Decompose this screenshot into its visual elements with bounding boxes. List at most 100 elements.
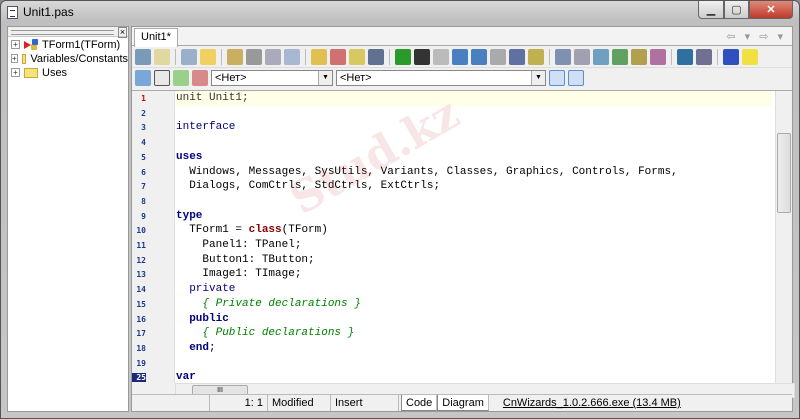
toolbar-tool-icon[interactable] bbox=[650, 48, 666, 65]
chevron-down-icon[interactable]: ▼ bbox=[318, 71, 332, 85]
toolbar-tool-icon[interactable] bbox=[742, 48, 758, 65]
line-number: 6 bbox=[141, 167, 146, 177]
toolbar-tool-icon[interactable] bbox=[631, 48, 647, 65]
toolbar-tool-icon[interactable] bbox=[154, 48, 170, 65]
toolbar-tool-icon[interactable] bbox=[509, 48, 525, 65]
scroll-thumb[interactable] bbox=[777, 133, 791, 213]
expand-icon[interactable]: + bbox=[11, 68, 20, 77]
window-title: Unit1.pas bbox=[23, 5, 74, 19]
line-number: 17 bbox=[136, 329, 146, 339]
toolbar-tool-icon[interactable] bbox=[330, 48, 346, 65]
toolbar-tool-icon[interactable] bbox=[135, 48, 151, 65]
panel-close-icon[interactable]: × bbox=[118, 27, 127, 38]
toolbar-tool-icon[interactable] bbox=[471, 48, 487, 65]
folder-icon bbox=[21, 53, 27, 64]
toolbar-separator bbox=[717, 48, 718, 65]
line-number: 14 bbox=[136, 285, 146, 295]
toolbar-tool-icon[interactable] bbox=[612, 48, 628, 65]
toolbar-tool-icon[interactable] bbox=[265, 48, 281, 65]
line-number: 11 bbox=[136, 241, 146, 250]
tree-label: Uses bbox=[42, 66, 68, 79]
line-number: 18 bbox=[136, 343, 146, 353]
line-number: 19 bbox=[136, 358, 146, 368]
toolbar-tool-icon[interactable] bbox=[490, 48, 506, 65]
toolbar-separator bbox=[671, 48, 672, 65]
ide-window: Unit1.pas ▁ ▢ ✕ × + TForm1(TForm) + Variab… bbox=[0, 0, 800, 419]
code-editor[interactable]: 123456789101112131415161718192025 unit U… bbox=[132, 90, 792, 383]
line-number: 5 bbox=[141, 152, 146, 162]
toolbar-tool-icon[interactable] bbox=[246, 48, 262, 65]
maximize-button[interactable]: ▢ bbox=[724, 1, 749, 19]
align-center-icon[interactable] bbox=[568, 70, 584, 86]
structure-panel: × + TForm1(TForm) + Variables/Constants + U… bbox=[7, 26, 129, 412]
refresh-icon[interactable] bbox=[135, 70, 151, 86]
toolbar-separator bbox=[389, 48, 390, 65]
tab-diagram[interactable]: Diagram bbox=[437, 395, 489, 411]
line-number: 2 bbox=[141, 108, 146, 118]
toolbar-tool-icon[interactable] bbox=[723, 48, 739, 65]
editor-area: Unit1* ⇦ ▾ ⇨ ▾ <Нет> ▼ <Нет> ▼ 1 2 3 4 5 6 7 8 9 10… bbox=[131, 26, 795, 412]
tab-code[interactable]: Code bbox=[401, 395, 438, 411]
line-number: 8 bbox=[141, 196, 146, 206]
toolbar-tool-icon[interactable] bbox=[349, 48, 365, 65]
toolbar-tool-icon[interactable] bbox=[677, 48, 693, 65]
document-icon bbox=[7, 5, 18, 19]
toolbar-separator bbox=[221, 48, 222, 65]
toolbar-tool-icon[interactable] bbox=[395, 48, 411, 65]
tree-item-uses[interactable]: + Uses bbox=[8, 66, 128, 79]
intf-icon[interactable] bbox=[173, 70, 189, 86]
cursor-position: 1: 1 bbox=[210, 395, 268, 411]
toolbar-tool-icon[interactable] bbox=[593, 48, 609, 65]
line-number: 4 bbox=[141, 138, 146, 148]
tab-unit1[interactable]: Unit1* bbox=[134, 28, 178, 47]
line-number: 13 bbox=[136, 270, 146, 280]
minimize-button[interactable]: ▁ bbox=[698, 1, 724, 19]
download-link[interactable]: CnWizards_1.0.2.666.exe (13.4 MB) bbox=[499, 395, 685, 411]
line-number: 15 bbox=[136, 299, 146, 309]
toolbar-tool-icon[interactable] bbox=[311, 48, 327, 65]
panel-grip[interactable]: × bbox=[8, 27, 128, 38]
modified-status: Modified bbox=[268, 395, 331, 411]
insert-mode: Insert bbox=[331, 395, 399, 411]
toolbar-tool-icon[interactable] bbox=[227, 48, 243, 65]
title-bar: Unit1.pas ▁ ▢ ✕ bbox=[1, 1, 799, 23]
code-text[interactable]: unit Unit1; interface uses Windows, Mess… bbox=[176, 91, 772, 383]
folder-icon bbox=[24, 67, 38, 78]
combo-value: <Нет> bbox=[215, 72, 247, 84]
tree-label: TForm1(TForm) bbox=[42, 38, 121, 51]
toolbar-tool-icon[interactable] bbox=[555, 48, 571, 65]
status-empty bbox=[132, 395, 210, 411]
method-combo[interactable]: <Нет> ▼ bbox=[336, 70, 546, 86]
line-number: 10 bbox=[136, 226, 146, 236]
toolbar-main bbox=[132, 46, 792, 68]
toolbar-tool-icon[interactable] bbox=[696, 48, 712, 65]
window-icon[interactable] bbox=[154, 70, 170, 86]
toolbar-tool-icon[interactable] bbox=[452, 48, 468, 65]
class-combo[interactable]: <Нет> ▼ bbox=[211, 70, 333, 86]
toolbar-tool-icon[interactable] bbox=[200, 48, 216, 65]
line-number: 12 bbox=[136, 255, 146, 265]
toolbar-tool-icon[interactable] bbox=[528, 48, 544, 65]
toolbar-tool-icon[interactable] bbox=[181, 48, 197, 65]
toolbar-tool-icon[interactable] bbox=[368, 48, 384, 65]
tree-item-tform1[interactable]: + TForm1(TForm) bbox=[8, 38, 128, 51]
nav-arrows[interactable]: ⇦ ▾ ⇨ ▾ bbox=[726, 30, 786, 43]
impl-icon[interactable] bbox=[192, 70, 208, 86]
toolbar-tool-icon[interactable] bbox=[574, 48, 590, 65]
toolbar-tool-icon[interactable] bbox=[433, 48, 449, 65]
chevron-down-icon[interactable]: ▼ bbox=[531, 71, 545, 85]
line-number: 1 bbox=[141, 94, 146, 103]
vertical-scrollbar[interactable] bbox=[775, 91, 792, 383]
expand-icon[interactable]: + bbox=[11, 40, 20, 49]
align-left-icon[interactable] bbox=[549, 70, 565, 86]
combo-value: <Нет> bbox=[340, 72, 372, 84]
toolbar-tool-icon[interactable] bbox=[414, 48, 430, 65]
toolbar-tool-icon[interactable] bbox=[284, 48, 300, 65]
toolbar-separator bbox=[175, 48, 176, 65]
close-button[interactable]: ✕ bbox=[749, 1, 793, 19]
expand-icon[interactable]: + bbox=[11, 54, 18, 63]
toolbar-secondary: <Нет> ▼ <Нет> ▼ bbox=[132, 68, 792, 88]
tab-bar: Unit1* ⇦ ▾ ⇨ ▾ bbox=[132, 27, 792, 47]
status-bar: 1: 1 Modified Insert Code Diagram CnWiza… bbox=[132, 394, 792, 411]
tree-item-variables[interactable]: + Variables/Constants bbox=[8, 52, 128, 65]
